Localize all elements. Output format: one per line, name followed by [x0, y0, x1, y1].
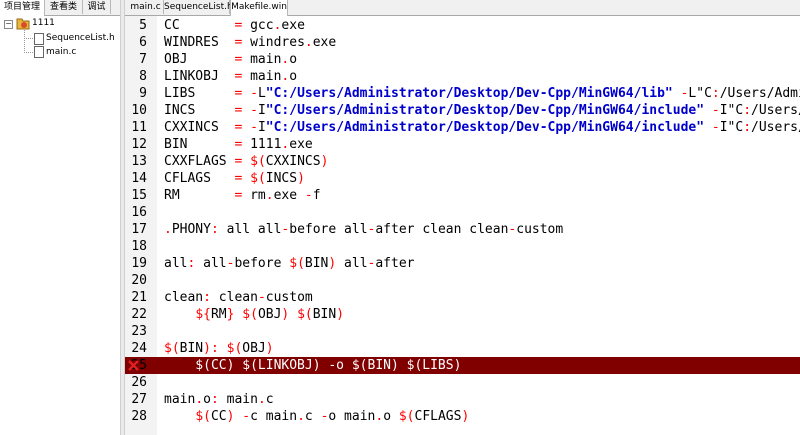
- line-text: main.o: main.c: [164, 392, 274, 407]
- line-number: 13: [131, 154, 147, 169]
- tab-project-manager[interactable]: 项目管理: [0, 0, 45, 16]
- project-node[interactable]: 1111: [32, 18, 55, 29]
- code-line[interactable]: 26: [125, 374, 800, 391]
- line-number: 16: [131, 205, 147, 220]
- line-number: 18: [131, 239, 147, 254]
- line-text: BIN = 1111.exe: [164, 137, 313, 152]
- line-number: 22: [131, 307, 147, 322]
- code-line[interactable]: 15 RM = rm.exe -f: [125, 187, 800, 204]
- line-number: 6: [139, 35, 147, 50]
- line-number: 8: [139, 69, 147, 84]
- error-marker-icon: [128, 360, 139, 371]
- code-line[interactable]: 25 $(CC) $(LINKOBJ) -o $(BIN) $(LIBS): [125, 357, 800, 374]
- project-icon: [16, 18, 30, 30]
- tree-connector: [24, 30, 25, 53]
- tab-debug[interactable]: 调试: [83, 0, 111, 14]
- code-line[interactable]: 5 CC = gcc.exe: [125, 17, 800, 34]
- code-line[interactable]: 12 BIN = 1111.exe: [125, 136, 800, 153]
- code-line[interactable]: 24 $(BIN): $(OBJ): [125, 340, 800, 357]
- tab-class-view[interactable]: 查看类: [45, 0, 83, 14]
- file-icon: [34, 46, 44, 58]
- line-number: 19: [131, 256, 147, 271]
- line-number: 9: [139, 86, 147, 101]
- line-text: $(CC) $(LINKOBJ) -o $(BIN) $(LIBS): [164, 358, 462, 373]
- code-line[interactable]: 22 ${RM} $(OBJ) $(BIN): [125, 306, 800, 323]
- line-number: 27: [131, 392, 147, 407]
- line-number: 5: [139, 18, 147, 33]
- tab-makefile-win[interactable]: Makefile.win: [230, 0, 288, 16]
- line-text: ${RM} $(OBJ) $(BIN): [195, 307, 345, 322]
- line-number: 11: [131, 120, 147, 135]
- code-line[interactable]: 14 CFLAGS = $(INCS): [125, 170, 800, 187]
- line-number: 20: [131, 273, 147, 288]
- line-text: LIBS = -L"C:/Users/Administrator/Desktop…: [164, 86, 800, 101]
- line-number: 10: [131, 103, 147, 118]
- tab-main-c[interactable]: main.c: [128, 0, 164, 14]
- line-number: 24: [131, 341, 147, 356]
- line-number: 23: [131, 324, 147, 339]
- line-text: CFLAGS = $(INCS): [164, 171, 305, 186]
- code-line[interactable]: 23: [125, 323, 800, 340]
- line-text: CXXFLAGS = $(CXXINCS): [164, 154, 329, 169]
- code-line[interactable]: 7 OBJ = main.o: [125, 51, 800, 68]
- line-number: 15: [131, 188, 147, 203]
- line-number: 28: [131, 409, 147, 424]
- tree-connector: [24, 38, 33, 39]
- tree-file-sequencelist[interactable]: SequenceList.h: [46, 33, 115, 44]
- code-line[interactable]: 17 .PHONY: all all-before all-after clean…: [125, 221, 800, 238]
- editor-tabs: main.c SequenceList.h Makefile.win: [125, 0, 800, 16]
- line-text: WINDRES = windres.exe: [164, 35, 337, 50]
- line-text: clean: clean-custom: [164, 290, 313, 305]
- line-text: LINKOBJ = main.o: [164, 69, 298, 84]
- line-number: 14: [131, 171, 147, 186]
- line-text: all: all-before $(BIN) all-after: [164, 256, 415, 271]
- code-line[interactable]: 10 INCS = -I"C:/Users/Administrator/Deskt…: [125, 102, 800, 119]
- code-line[interactable]: 9 LIBS = -L"C:/Users/Administrator/Deskto…: [125, 85, 800, 102]
- code-line[interactable]: 8 LINKOBJ = main.o: [125, 68, 800, 85]
- line-number: 17: [131, 222, 147, 237]
- tree-connector: [24, 52, 33, 53]
- code-line[interactable]: 18: [125, 238, 800, 255]
- file-icon: [34, 33, 44, 45]
- line-text: CC = gcc.exe: [164, 18, 305, 33]
- left-panel-tabs: 项目管理 查看类 调试: [0, 0, 120, 16]
- code-line[interactable]: 13 CXXFLAGS = $(CXXINCS): [125, 153, 800, 170]
- project-panel: 项目管理 查看类 调试 − 1111 SequenceList.h main.c: [0, 0, 120, 435]
- line-text: OBJ = main.o: [164, 52, 298, 67]
- line-number: 7: [139, 52, 147, 67]
- line-text: .PHONY: all all-before all-after clean c…: [164, 222, 564, 237]
- line-number: 21: [131, 290, 147, 305]
- code-editor[interactable]: 5 CC = gcc.exe 6 WINDRES = windres.exe 7 OBJ …: [125, 16, 800, 435]
- code-line[interactable]: 27 main.o: main.c: [125, 391, 800, 408]
- line-text: CXXINCS = -I"C:/Users/Administrator/Desk…: [164, 120, 800, 135]
- line-text: RM = rm.exe -f: [164, 188, 321, 203]
- line-number: 26: [131, 375, 147, 390]
- tab-sequencelist-h[interactable]: SequenceList.h: [164, 0, 233, 14]
- code-line[interactable]: 16: [125, 204, 800, 221]
- line-text: $(BIN): $(OBJ): [164, 341, 274, 356]
- line-number: 12: [131, 137, 147, 152]
- line-text: $(CC) -c main.c -o main.o $(CFLAGS): [195, 409, 470, 424]
- collapse-toggle[interactable]: −: [4, 20, 13, 29]
- line-text: INCS = -I"C:/Users/Administrator/Desktop…: [164, 103, 800, 118]
- code-line[interactable]: 6 WINDRES = windres.exe: [125, 34, 800, 51]
- code-line[interactable]: 20: [125, 272, 800, 289]
- code-line[interactable]: 28 $(CC) -c main.c -o main.o $(CFLAGS): [125, 408, 800, 425]
- code-line[interactable]: 21 clean: clean-custom: [125, 289, 800, 306]
- code-line[interactable]: 11 CXXINCS = -I"C:/Users/Administrator/De…: [125, 119, 800, 136]
- tree-file-main[interactable]: main.c: [46, 47, 76, 58]
- code-line[interactable]: 19 all: all-before $(BIN) all-after: [125, 255, 800, 272]
